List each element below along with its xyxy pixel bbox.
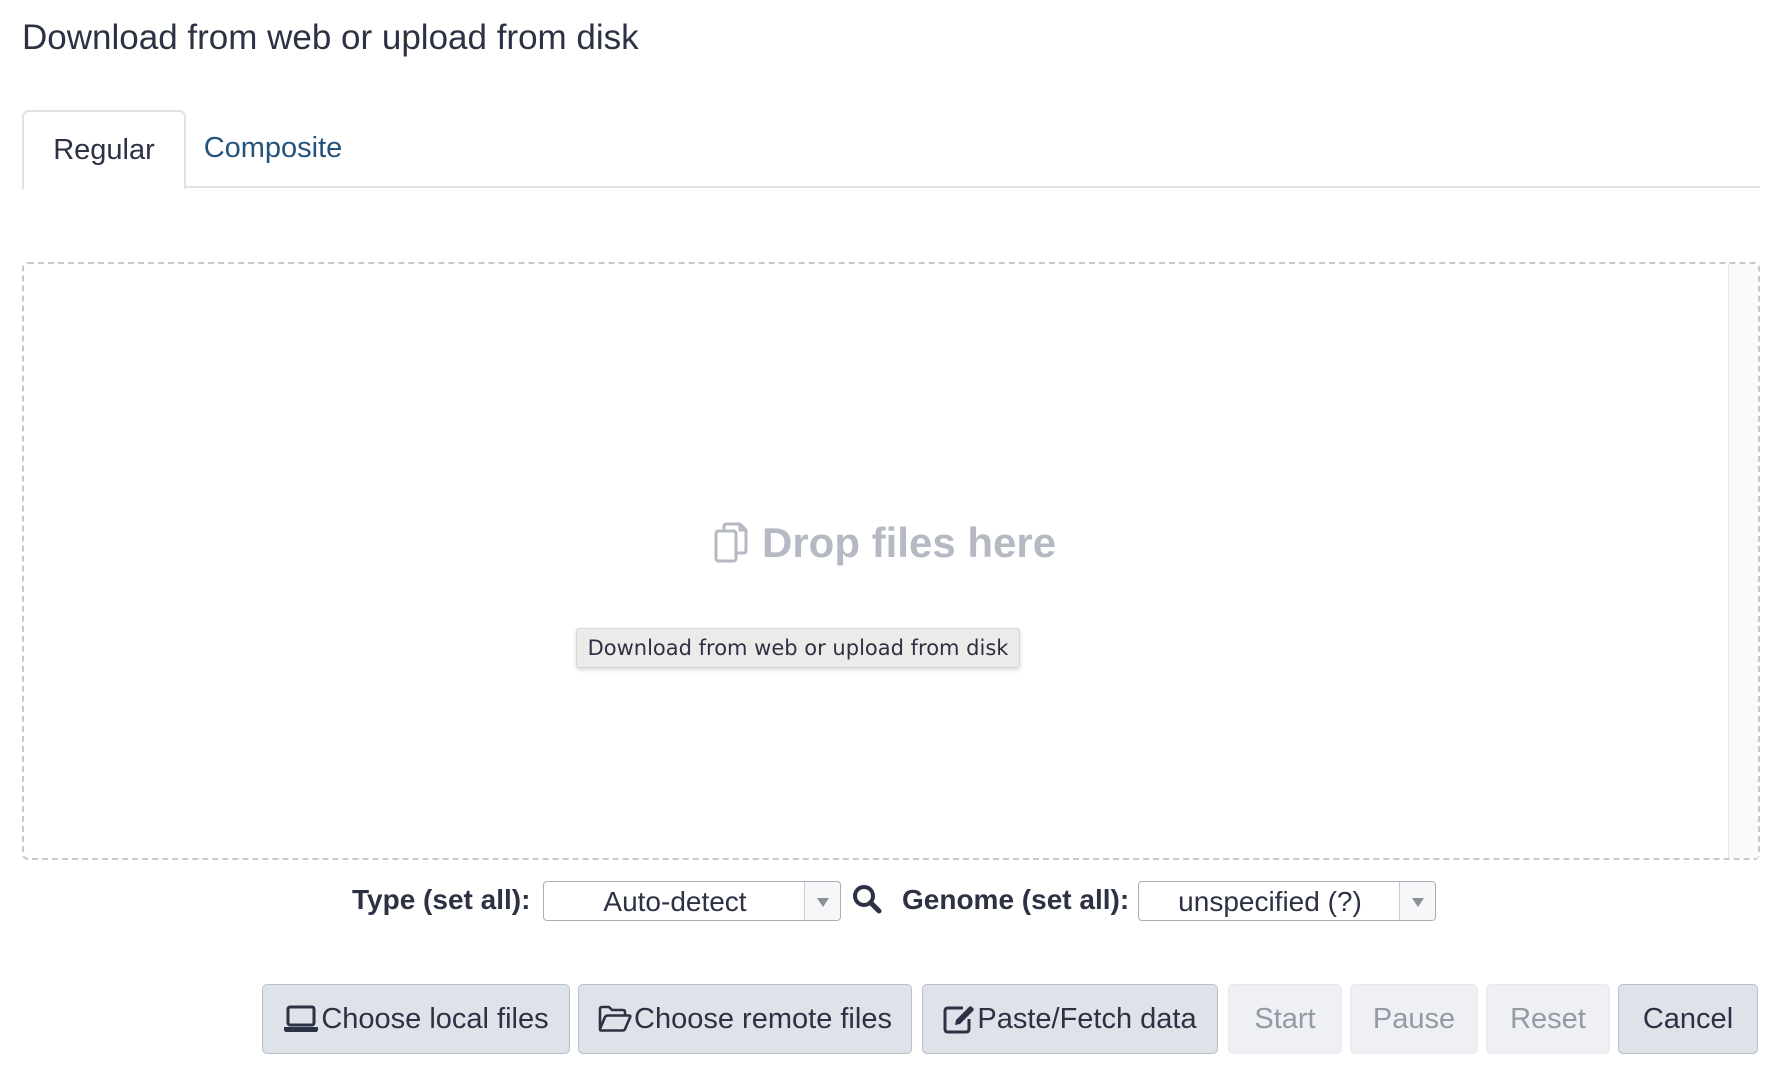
genome-label: Genome (set all): bbox=[902, 884, 1130, 915]
tab-composite[interactable]: Composite bbox=[194, 110, 352, 188]
genome-select[interactable]: unspecified (?) bbox=[1138, 881, 1436, 921]
start-button[interactable]: Start bbox=[1228, 984, 1342, 1054]
tab-bar: Regular Composite bbox=[22, 110, 1760, 190]
drop-zone[interactable]: Drop files here Download from web or upl… bbox=[22, 262, 1760, 860]
type-label: Type (set all): bbox=[352, 884, 531, 915]
settings-row: Type (set all): Auto-detect Genome (set … bbox=[0, 878, 1780, 922]
upload-dialog: Download from web or upload from disk Re… bbox=[0, 0, 1780, 1068]
tab-regular[interactable]: Regular bbox=[22, 110, 186, 190]
choose-local-files-button[interactable]: Choose local files bbox=[262, 984, 570, 1054]
type-select[interactable]: Auto-detect bbox=[543, 881, 841, 921]
drop-files-label: Drop files here bbox=[714, 518, 1056, 568]
choose-remote-files-label: Choose remote files bbox=[634, 1002, 892, 1035]
cancel-button[interactable]: Cancel bbox=[1618, 984, 1758, 1054]
edit-icon bbox=[943, 1004, 975, 1034]
laptop-icon bbox=[283, 1004, 319, 1034]
search-icon[interactable] bbox=[852, 884, 882, 919]
choose-remote-files-button[interactable]: Choose remote files bbox=[578, 984, 912, 1054]
chevron-down-icon bbox=[1399, 882, 1435, 920]
type-select-value: Auto-detect bbox=[603, 886, 747, 917]
reset-button[interactable]: Reset bbox=[1486, 984, 1610, 1054]
folder-open-icon bbox=[598, 1005, 632, 1033]
button-row: Choose local files Choose remote files P… bbox=[0, 984, 1780, 1054]
genome-select-value: unspecified (?) bbox=[1178, 886, 1362, 917]
pause-button[interactable]: Pause bbox=[1350, 984, 1478, 1054]
dialog-title: Download from web or upload from disk bbox=[22, 18, 639, 57]
paste-fetch-data-button[interactable]: Paste/Fetch data bbox=[922, 984, 1218, 1054]
copy-icon bbox=[714, 522, 748, 564]
choose-local-files-label: Choose local files bbox=[321, 1002, 549, 1035]
drop-zone-scrollbar[interactable] bbox=[1728, 264, 1758, 858]
chevron-down-icon bbox=[804, 882, 840, 920]
drop-files-text: Drop files here bbox=[762, 519, 1057, 566]
tooltip: Download from web or upload from disk bbox=[576, 628, 1020, 668]
paste-fetch-data-label: Paste/Fetch data bbox=[977, 1002, 1197, 1035]
